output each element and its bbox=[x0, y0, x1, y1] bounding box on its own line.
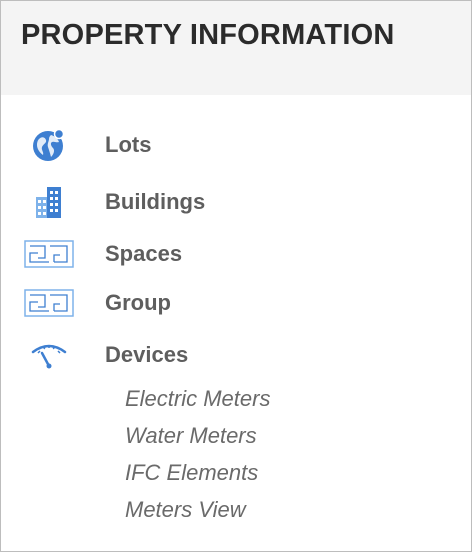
submenu-item-ifc-elements[interactable]: IFC Elements bbox=[125, 458, 258, 488]
building-icon bbox=[23, 180, 75, 224]
panel-header: PROPERTY INFORMATION bbox=[1, 1, 471, 95]
floorplan-icon bbox=[23, 232, 75, 276]
menu-item-spaces[interactable]: Spaces bbox=[1, 232, 471, 276]
menu-item-lots[interactable]: Lots bbox=[1, 123, 471, 167]
menu-item-devices[interactable]: Devices bbox=[1, 333, 471, 377]
menu-item-label: Buildings bbox=[105, 189, 206, 214]
panel-title: PROPERTY INFORMATION bbox=[21, 19, 395, 51]
globe-icon bbox=[23, 123, 75, 167]
menu-item-group[interactable]: Group bbox=[1, 281, 471, 325]
submenu-item-electric-meters[interactable]: Electric Meters bbox=[125, 384, 270, 414]
menu-item-label: Spaces bbox=[105, 241, 183, 266]
submenu-item-meters-view[interactable]: Meters View bbox=[125, 495, 246, 525]
meter-gauge-icon bbox=[23, 333, 75, 377]
floorplan-icon bbox=[23, 281, 75, 325]
menu-item-label: Devices bbox=[105, 342, 189, 367]
menu-item-buildings[interactable]: Buildings bbox=[1, 180, 471, 224]
property-information-panel: PROPERTY INFORMATION Lots Buildings Spac… bbox=[0, 0, 472, 552]
menu-item-label: Group bbox=[105, 290, 171, 315]
submenu-item-water-meters[interactable]: Water Meters bbox=[125, 421, 257, 451]
menu-item-label: Lots bbox=[105, 132, 152, 157]
